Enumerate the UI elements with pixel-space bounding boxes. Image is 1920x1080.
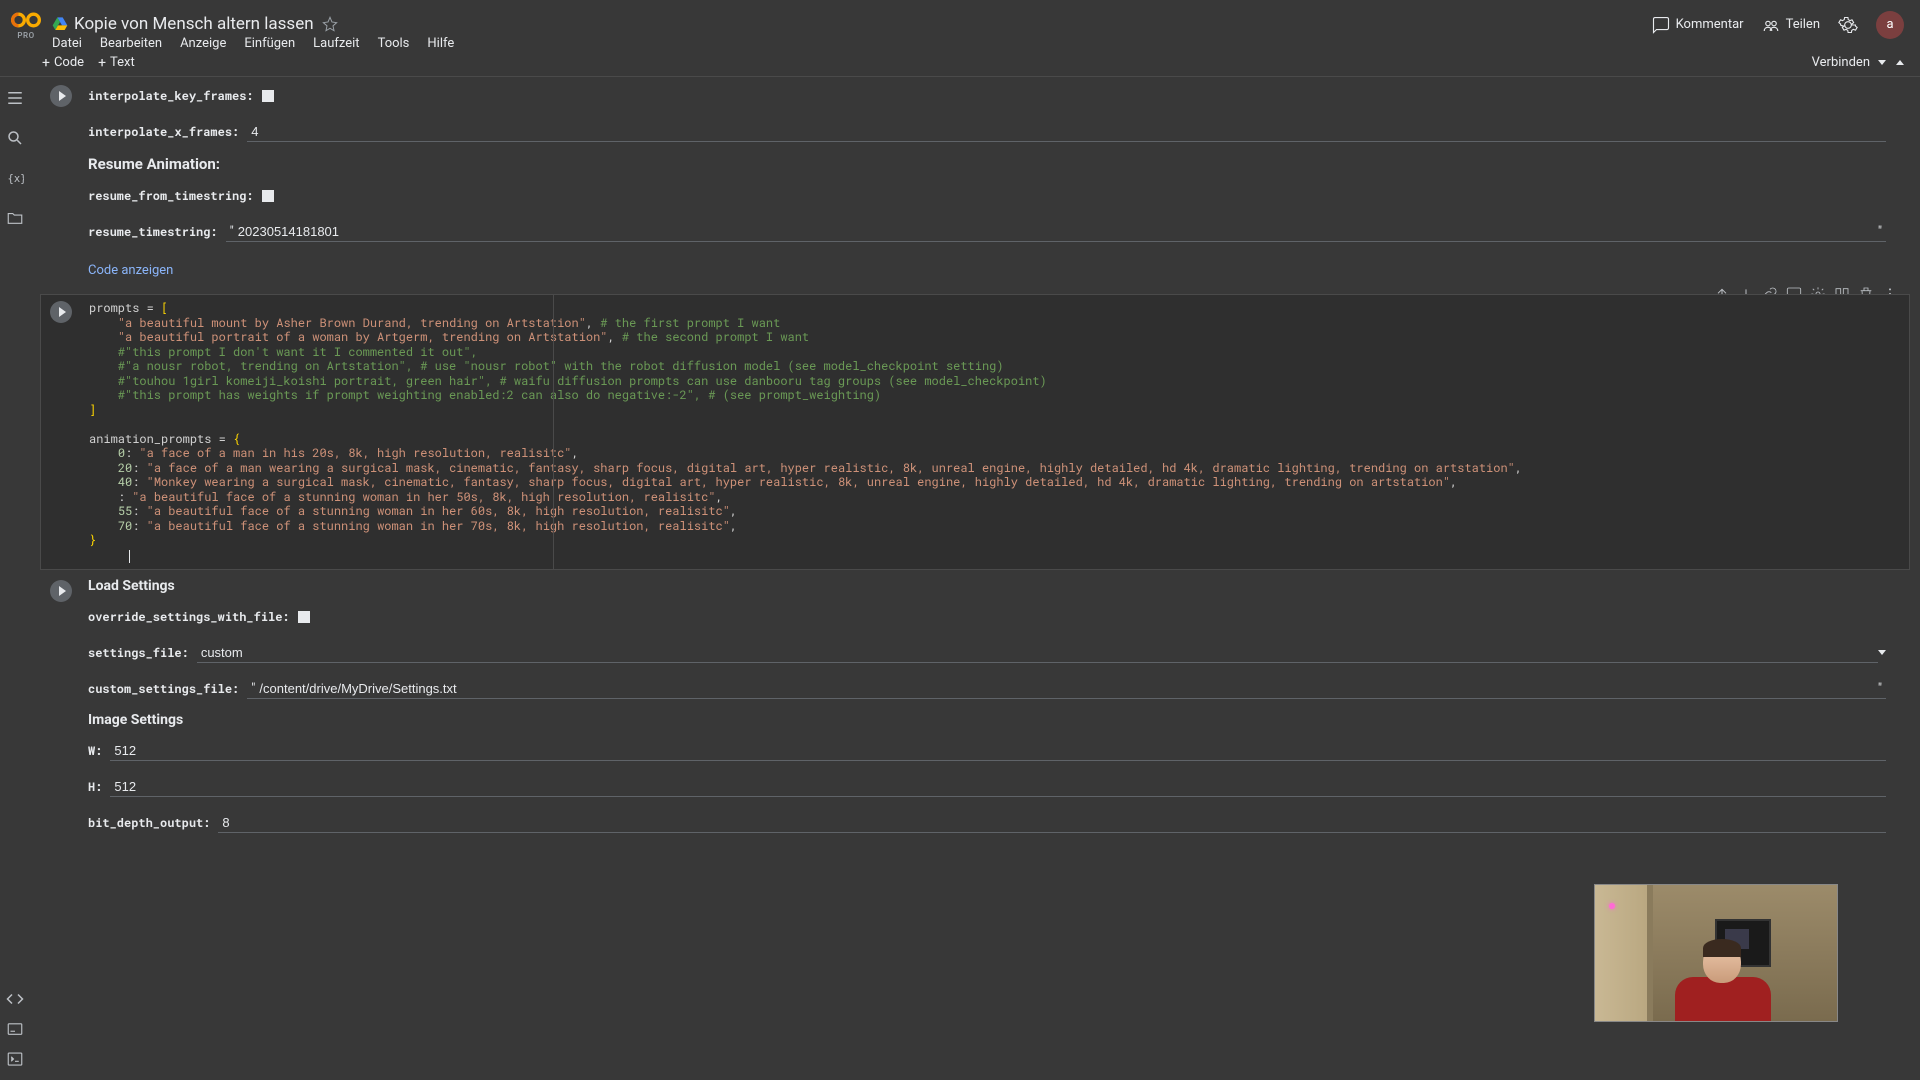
colab-logo[interactable]: PRO	[8, 7, 44, 43]
run-button[interactable]	[50, 301, 72, 323]
code-cell: prompts = [ "a beautiful mount by Asher …	[40, 294, 1910, 570]
add-code-button[interactable]: +Code	[42, 55, 84, 71]
caret-down-icon	[1878, 60, 1886, 65]
caret-down-icon[interactable]	[1878, 650, 1886, 655]
input-height[interactable]	[110, 777, 1886, 797]
field-label: override_settings_with_file:	[88, 609, 290, 625]
star-icon[interactable]	[322, 16, 338, 32]
menu-file[interactable]: Datei	[52, 36, 82, 51]
share-button[interactable]: Teilen	[1762, 16, 1820, 34]
share-icon	[1762, 16, 1780, 34]
terminal-icon[interactable]	[6, 1050, 24, 1068]
checkbox-interpolate-key-frames[interactable]	[262, 90, 274, 102]
field-label: custom_settings_file:	[88, 681, 239, 697]
comment-label: Kommentar	[1676, 17, 1744, 32]
field-label: interpolate_x_frames:	[88, 124, 239, 140]
field-label: settings_file:	[88, 645, 189, 661]
field-label: W:	[88, 743, 102, 759]
folder-icon[interactable]	[6, 209, 24, 227]
plus-icon: +	[42, 55, 50, 71]
pro-badge: PRO	[17, 31, 34, 40]
code-snippet-icon[interactable]	[6, 990, 24, 1008]
field-label: bit_depth_output:	[88, 815, 210, 831]
input-resume-timestring[interactable]	[238, 222, 1874, 241]
input-width[interactable]	[110, 741, 1886, 761]
form-cell-1: interpolate_key_frames: interpolate_x_fr…	[40, 83, 1910, 286]
input-interpolate-x-frames[interactable]	[247, 122, 1886, 142]
form-cell-2: Load Settings override_settings_with_fil…	[40, 578, 1910, 836]
section-heading: Resume Animation:	[88, 155, 1910, 173]
document-title[interactable]: Kopie von Mensch altern lassen	[74, 14, 314, 34]
select-settings-file[interactable]	[197, 643, 1878, 663]
add-text-button[interactable]: +Text	[98, 55, 135, 71]
input-custom-settings-file[interactable]	[259, 679, 1873, 698]
field-label: resume_timestring:	[88, 224, 218, 240]
plus-icon: +	[98, 55, 106, 71]
field-label: H:	[88, 779, 102, 795]
share-label: Teilen	[1786, 17, 1820, 32]
menu-help[interactable]: Hilfe	[427, 36, 454, 51]
left-sidebar: {x}	[0, 77, 30, 1080]
comment-button[interactable]: Kommentar	[1652, 16, 1744, 34]
menu-view[interactable]: Anzeige	[180, 36, 226, 51]
field-label: resume_from_timestring:	[88, 188, 254, 204]
variables-icon[interactable]: {x}	[6, 169, 24, 187]
gear-icon[interactable]	[1838, 15, 1858, 35]
run-button[interactable]	[50, 580, 72, 602]
search-icon[interactable]	[6, 129, 24, 147]
toc-icon[interactable]	[6, 89, 24, 107]
avatar[interactable]: a	[1876, 11, 1904, 39]
run-button[interactable]	[50, 85, 72, 107]
collapse-icon[interactable]	[1896, 60, 1904, 65]
menu-runtime[interactable]: Laufzeit	[313, 36, 359, 51]
section-heading: Load Settings	[88, 578, 1910, 594]
connect-button[interactable]: Verbinden	[1812, 55, 1886, 70]
svg-text:{x}: {x}	[8, 173, 25, 185]
input-bit-depth[interactable]	[218, 813, 1886, 833]
show-code-link[interactable]: Code anzeigen	[88, 263, 173, 278]
code-editor[interactable]: prompts = [ "a beautiful mount by Asher …	[81, 295, 1909, 569]
section-heading: Image Settings	[88, 712, 1910, 728]
checkbox-resume-from-timestring[interactable]	[262, 190, 274, 202]
field-label: interpolate_key_frames:	[88, 88, 254, 104]
menu-tools[interactable]: Tools	[378, 36, 410, 51]
webcam-overlay	[1594, 884, 1838, 1022]
drive-icon	[52, 16, 68, 32]
command-palette-icon[interactable]	[6, 1020, 24, 1038]
menu-insert[interactable]: Einfügen	[244, 36, 295, 51]
comment-icon	[1652, 16, 1670, 34]
menu-edit[interactable]: Bearbeiten	[100, 36, 162, 51]
checkbox-override-settings[interactable]	[298, 611, 310, 623]
